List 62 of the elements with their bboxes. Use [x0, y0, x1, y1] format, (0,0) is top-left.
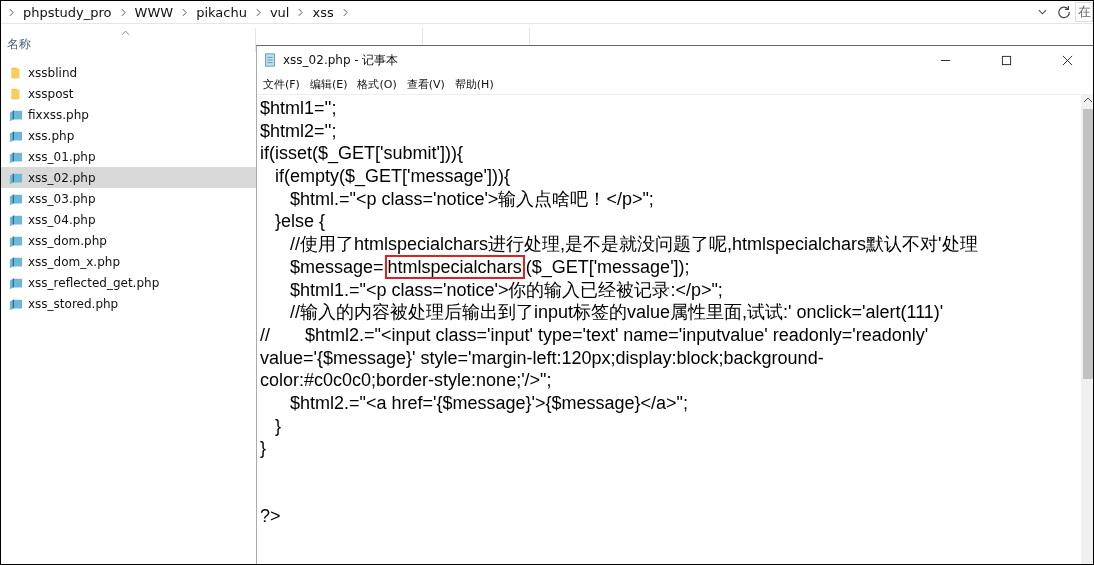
address-bar[interactable]: phpstudy_pro WWW pikachu vul xss: [1, 2, 1053, 22]
file-item[interactable]: xss.php: [1, 125, 256, 146]
breadcrumb-item[interactable]: xss: [312, 4, 334, 20]
breadcrumb-item[interactable]: phpstudy_pro: [23, 4, 112, 20]
code-line: //使用了htmlspecialchars进行处理,是不是就没问题了呢,htmlspecialchars默认不对'处理: [289, 234, 978, 255]
highlight-box: htmlspecialchars: [384, 254, 525, 279]
scroll-thumb[interactable]: [1083, 109, 1093, 379]
file-item[interactable]: xss_04.php: [1, 209, 256, 230]
menu-item[interactable]: 帮助(H): [454, 76, 494, 92]
code-line: }: [274, 415, 281, 436]
scrollbar[interactable]: [1081, 95, 1093, 564]
chevron-icon: [255, 7, 261, 17]
chevron-icon: [182, 7, 188, 17]
code-line: ?>: [260, 506, 281, 527]
file-item[interactable]: xss_dom.php: [1, 230, 256, 251]
code-line: $html1='';: [260, 98, 337, 118]
dropdown-icon[interactable]: [1038, 9, 1047, 15]
breadcrumb-item[interactable]: vul: [269, 4, 290, 20]
column-header[interactable]: 名称: [7, 37, 31, 51]
menu-item[interactable]: 文件(F): [263, 76, 300, 92]
menu-item[interactable]: 格式(O): [357, 76, 397, 92]
file-item[interactable]: xss_01.php: [1, 146, 256, 167]
file-item[interactable]: fixxss.php: [1, 104, 256, 125]
code-text: $message=: [289, 256, 384, 277]
chevron-icon: [342, 7, 348, 17]
code-line: }: [260, 438, 266, 459]
refresh-icon[interactable]: [1057, 5, 1071, 19]
window-title: xss_02.php - 记事本: [283, 51, 399, 69]
file-item[interactable]: xss_dom_x.php: [1, 251, 256, 272]
code-line: $html2.="<a href='{$message}'>{$message}</a>";: [289, 392, 688, 413]
scroll-up-icon[interactable]: [1083, 97, 1093, 103]
sort-icon: [121, 30, 130, 36]
code-line: if(isset($_GET['submit'])){: [260, 143, 463, 164]
menu-item[interactable]: 查看(V): [406, 76, 445, 92]
code-line: // $html2.="<input class='input' type='text' name='inputvalue' readonly='readonly': [260, 324, 929, 345]
maximize-icon[interactable]: [1001, 54, 1012, 66]
breadcrumb-item[interactable]: pikachu: [196, 4, 247, 20]
code-line: $html1.="<p class='notice'>你的输入已经被记录:</p>";: [289, 279, 723, 300]
close-icon[interactable]: [1062, 54, 1073, 66]
file-item[interactable]: xss_reflected_get.php: [1, 272, 256, 293]
folder-icon: [9, 86, 23, 101]
code-line: if(empty($_GET['message'])){: [274, 166, 510, 187]
code-line: //输入的内容被处理后输出到了input标签的value属性里面,试试:' onclick='alert(111)': [289, 302, 944, 323]
code-line: }else {: [274, 211, 326, 232]
code-line: value='{$message}' style='margin-left:120px;display:block;background-: [260, 347, 824, 368]
code-line: $html2='';: [260, 120, 337, 141]
notepad-icon: [263, 52, 277, 68]
file-item[interactable]: xss_stored.php: [1, 293, 256, 314]
menu-item[interactable]: 编辑(E): [309, 76, 348, 92]
code-line: color:#c0c0c0;border-style:none;'/>";: [260, 370, 552, 391]
file-item[interactable]: xss_03.php: [1, 188, 256, 209]
file-item[interactable]: xss_02.php: [1, 167, 256, 188]
code-text: ($_GET['message']);: [525, 256, 690, 277]
file-item[interactable]: xsspost: [1, 83, 256, 104]
search-field[interactable]: 在: [1075, 2, 1093, 22]
breadcrumb-item[interactable]: WWW: [134, 4, 174, 20]
folder-icon: [9, 65, 23, 80]
file-item[interactable]: xssblind: [1, 62, 256, 83]
code-line: $html.="<p class='notice'>输入点啥吧！</p>";: [289, 188, 654, 209]
chevron-icon: [9, 7, 14, 17]
chevron-icon: [120, 7, 126, 17]
chevron-icon: [298, 7, 304, 17]
